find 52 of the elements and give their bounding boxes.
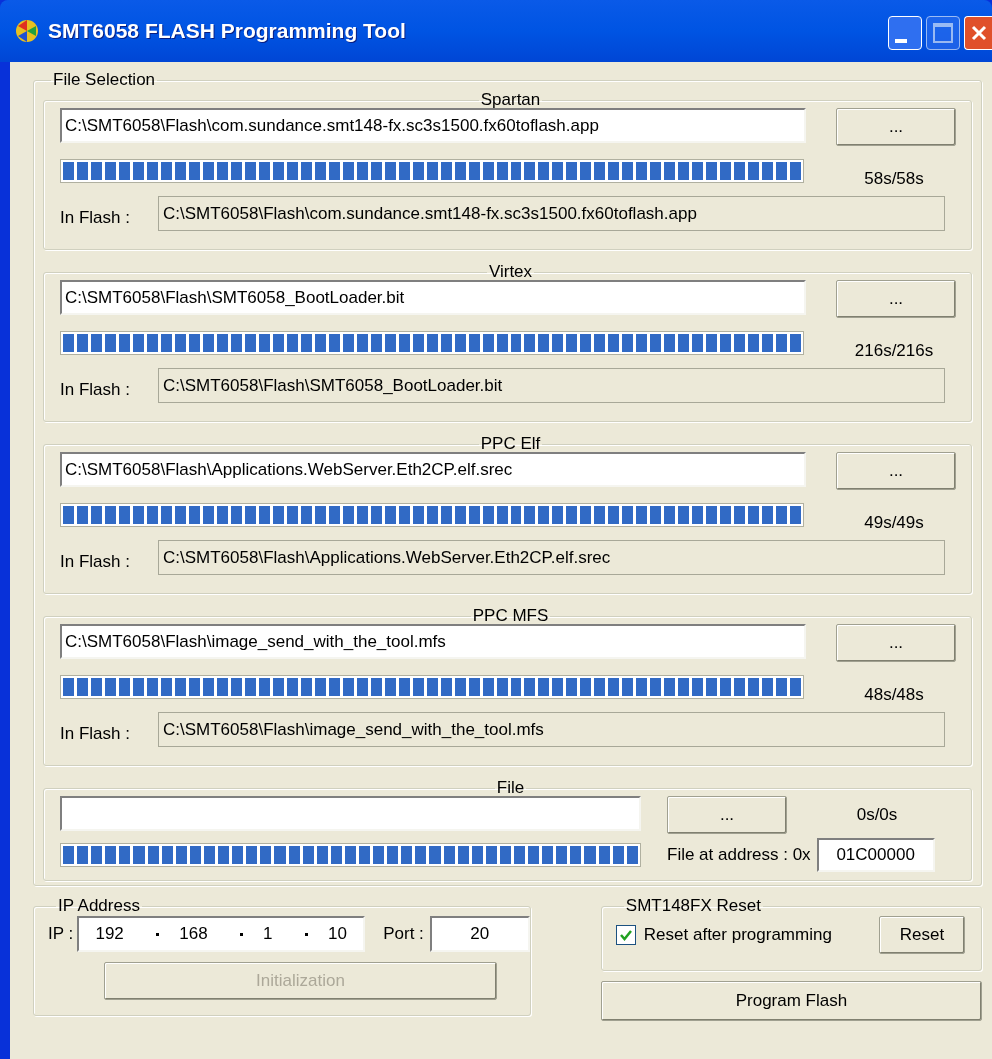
in-flash-label: In Flash : xyxy=(60,379,131,400)
time-label: 216s/216s xyxy=(853,341,935,361)
group-title: File xyxy=(495,778,526,798)
port-label: Port : xyxy=(383,923,424,946)
minimize-button[interactable] xyxy=(888,16,922,50)
app-icon xyxy=(14,18,40,44)
address-label: File at address : 0x xyxy=(667,844,811,867)
browse-button[interactable]: ... xyxy=(667,796,787,834)
file-path-field[interactable]: C:\SMT6058\Flash\com.sundance.smt148-fx.sc3s1500.fx60toflash.app xyxy=(60,108,806,143)
ip-address-field[interactable]: 192 168 1 10 xyxy=(77,916,366,952)
ip-label: IP : xyxy=(48,923,74,946)
address-field[interactable]: 01C00000 xyxy=(816,838,935,872)
ip-octet: 192 xyxy=(95,923,124,946)
close-icon xyxy=(969,24,988,42)
in-flash-label: In Flash : xyxy=(60,723,131,744)
browse-button[interactable]: ... xyxy=(836,108,956,146)
close-button[interactable] xyxy=(964,16,992,50)
ip-octet: 10 xyxy=(328,923,347,946)
group-title: Virtex xyxy=(487,262,534,282)
ip-octet: 168 xyxy=(179,923,208,946)
maximize-button[interactable] xyxy=(926,16,960,50)
in-flash-field: C:\SMT6058\Flash\com.sundance.smt148-fx.sc3s1500.fx60toflash.app xyxy=(158,196,945,231)
file-path-field[interactable]: C:\SMT6058\Flash\Applications.WebServer.Eth2CP.elf.srec xyxy=(60,452,806,487)
checkbox-label: Reset after programming xyxy=(643,924,832,947)
group-title: File Selection xyxy=(52,70,157,90)
browse-button[interactable]: ... xyxy=(836,624,956,662)
browse-button[interactable]: ... xyxy=(836,452,956,490)
in-flash-label: In Flash : xyxy=(60,551,131,572)
reset-button[interactable]: Reset xyxy=(879,916,965,954)
ip-octet: 1 xyxy=(263,923,273,946)
reset-checkbox[interactable] xyxy=(615,925,636,945)
time-label: 0s/0s xyxy=(855,804,899,827)
check-icon xyxy=(618,928,633,942)
file-path-field[interactable]: C:\SMT6058\Flash\SMT6058_BootLoader.bit xyxy=(60,280,806,315)
program-flash-button[interactable]: Program Flash xyxy=(600,981,982,1021)
group-title: SMT148FX Reset xyxy=(624,896,762,916)
time-label: 48s/48s xyxy=(863,685,925,705)
window-title: SMT6058 FLASH Programming Tool xyxy=(48,18,406,45)
in-flash-field: C:\SMT6058\Flash\image_send_with_the_tool.mfs xyxy=(158,712,945,747)
time-label: 58s/58s xyxy=(863,169,925,189)
in-flash-label: In Flash : xyxy=(60,207,131,228)
in-flash-field: C:\SMT6058\Flash\Applications.WebServer.Eth2CP.elf.srec xyxy=(158,540,945,575)
group-title: PPC MFS xyxy=(471,606,550,626)
file-path-field[interactable]: C:\SMT6058\Flash\image_send_with_the_tool.mfs xyxy=(60,624,806,659)
port-field[interactable]: 20 xyxy=(429,916,530,952)
group-title: PPC Elf xyxy=(479,434,542,454)
group-title: Spartan xyxy=(479,90,542,110)
group-title: IP Address xyxy=(57,896,141,916)
file-path-field[interactable] xyxy=(60,796,641,831)
in-flash-field: C:\SMT6058\Flash\SMT6058_BootLoader.bit xyxy=(158,368,945,403)
browse-button[interactable]: ... xyxy=(836,280,956,318)
time-label: 49s/49s xyxy=(863,513,925,533)
